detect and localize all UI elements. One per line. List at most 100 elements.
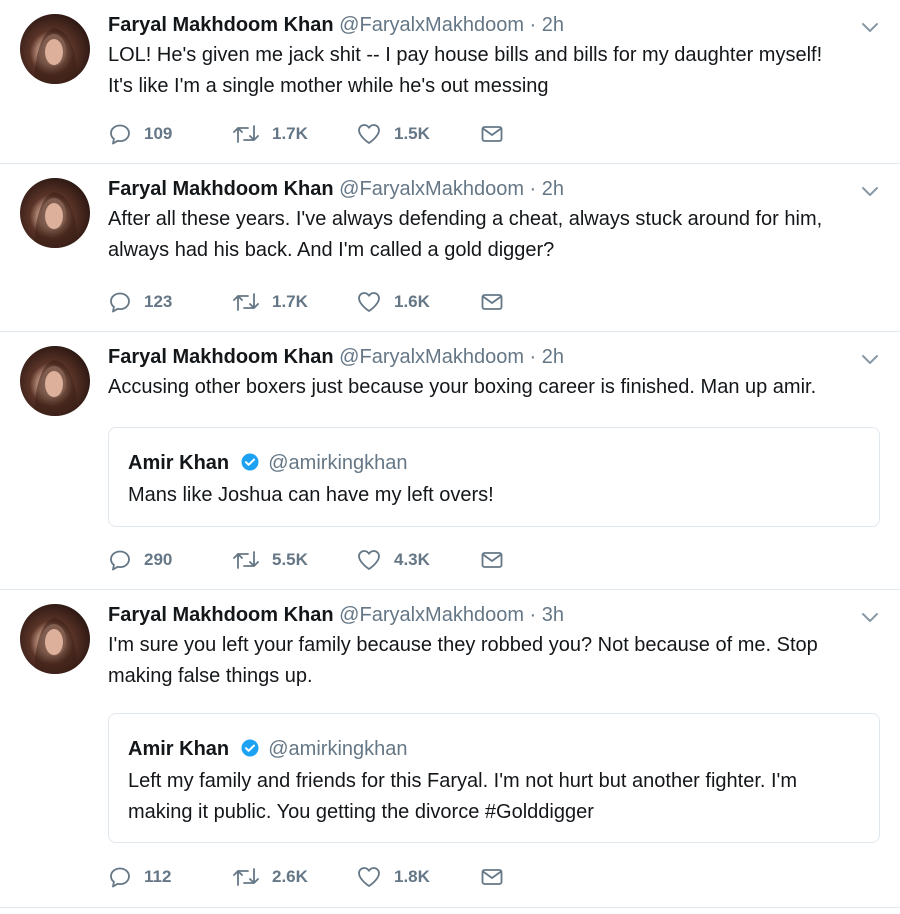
verified-badge-icon <box>241 453 259 471</box>
retweet-button[interactable]: 1.7K <box>232 119 308 149</box>
tweet-text: Accusing other boxers just because your … <box>108 372 888 403</box>
tweet-header: Faryal Makhdoom Khan @FaryalxMakhdoom · … <box>108 176 564 202</box>
retweet-button[interactable]: 5.5K <box>232 545 308 575</box>
tweet-text-line: LOL! He's given me jack shit -- I pay ho… <box>108 44 823 66</box>
retweet-count: 2.6K <box>272 867 308 886</box>
author-handle[interactable]: @FaryalxMakhdoom <box>339 178 524 200</box>
quoted-tweet[interactable]: Amir Khan @amirkingkhan Left my family a… <box>108 713 880 843</box>
avatar[interactable] <box>20 178 90 248</box>
like-count: 1.8K <box>394 867 430 886</box>
tweet-text-line: always had his back. And I'm called a go… <box>108 239 555 261</box>
heart-icon <box>358 124 380 144</box>
quoted-text-line: Left my family and friends for this Fary… <box>128 770 798 792</box>
separator-dot: · <box>529 14 537 36</box>
timestamp[interactable]: 2h <box>542 346 564 368</box>
reply-button[interactable]: 123 <box>108 287 172 317</box>
reply-icon <box>110 867 130 888</box>
reply-button[interactable]: 112 <box>108 862 171 892</box>
retweet-icon <box>233 125 259 143</box>
quoted-author-handle[interactable]: @amirkingkhan <box>268 452 407 474</box>
chevron-down-icon[interactable] <box>858 179 882 203</box>
timestamp[interactable]: 2h <box>542 14 564 36</box>
reply-count: 109 <box>144 124 173 143</box>
direct-message-button[interactable] <box>480 119 504 149</box>
tweet-text: I'm sure you left your family because th… <box>108 630 888 692</box>
envelope-icon <box>481 126 503 142</box>
retweet-count: 1.7K <box>272 292 308 311</box>
tweet-feed: Faryal Makhdoom Khan @FaryalxMakhdoom · … <box>0 0 900 914</box>
retweet-icon <box>233 868 259 886</box>
timestamp[interactable]: 3h <box>542 604 564 626</box>
envelope-icon <box>481 869 503 885</box>
quoted-author-handle[interactable]: @amirkingkhan <box>268 738 407 760</box>
chevron-down-icon[interactable] <box>858 605 882 629</box>
retweet-count: 1.7K <box>272 124 308 143</box>
envelope-icon <box>481 294 503 310</box>
reply-count: 112 <box>144 867 172 886</box>
chevron-down-icon[interactable] <box>858 15 882 39</box>
quoted-tweet-header: Amir Khan @amirkingkhan <box>128 736 408 762</box>
like-count: 1.5K <box>394 124 430 143</box>
retweet-button[interactable]: 2.6K <box>232 862 308 892</box>
separator-dot: · <box>529 346 537 368</box>
avatar[interactable] <box>20 346 90 416</box>
retweet-icon <box>233 551 259 569</box>
author-name[interactable]: Faryal Makhdoom Khan <box>108 604 334 626</box>
like-count: 4.3K <box>394 550 430 569</box>
tweet-header: Faryal Makhdoom Khan @FaryalxMakhdoom · … <box>108 344 564 370</box>
reply-icon <box>110 550 130 571</box>
heart-icon <box>358 292 380 312</box>
quoted-author-name[interactable]: Amir Khan <box>128 738 229 760</box>
author-handle[interactable]: @FaryalxMakhdoom <box>339 346 524 368</box>
chevron-down-icon[interactable] <box>858 347 882 371</box>
author-handle[interactable]: @FaryalxMakhdoom <box>339 604 524 626</box>
separator-dot: · <box>529 604 537 626</box>
like-button[interactable]: 1.5K <box>356 119 430 149</box>
like-button[interactable]: 1.8K <box>356 862 430 892</box>
tweet-text: After all these years. I've always defen… <box>108 204 888 266</box>
quoted-author-name[interactable]: Amir Khan <box>128 452 229 474</box>
retweet-count: 5.5K <box>272 550 308 569</box>
quoted-text-line: Mans like Joshua can have my left overs! <box>128 484 494 506</box>
quoted-tweet-text: Left my family and friends for this Fary… <box>128 766 863 828</box>
quoted-tweet-text: Mans like Joshua can have my left overs! <box>128 480 863 511</box>
direct-message-button[interactable] <box>480 545 504 575</box>
quoted-tweet-header: Amir Khan @amirkingkhan <box>128 450 408 476</box>
tweet[interactable]: Faryal Makhdoom Khan @FaryalxMakhdoom · … <box>0 164 900 332</box>
tweet-text: LOL! He's given me jack shit -- I pay ho… <box>108 40 888 102</box>
quoted-text-line: making it public. You getting the divorc… <box>128 801 594 823</box>
quoted-tweet[interactable]: Amir Khan @amirkingkhan Mans like Joshua… <box>108 427 880 527</box>
reply-icon <box>110 124 130 145</box>
tweet-header: Faryal Makhdoom Khan @FaryalxMakhdoom · … <box>108 602 564 628</box>
tweet-text-line: After all these years. I've always defen… <box>108 208 823 230</box>
reply-icon <box>110 292 130 313</box>
tweet[interactable]: Faryal Makhdoom Khan @FaryalxMakhdoom · … <box>0 332 900 590</box>
tweet[interactable]: Faryal Makhdoom Khan @FaryalxMakhdoom · … <box>0 0 900 164</box>
author-name[interactable]: Faryal Makhdoom Khan <box>108 346 334 368</box>
separator-dot: · <box>529 178 537 200</box>
reply-button[interactable]: 109 <box>108 119 172 149</box>
tweet-text-line: I'm sure you left your family because th… <box>108 634 818 656</box>
tweet-text-line: Accusing other boxers just because your … <box>108 376 817 398</box>
reply-button[interactable]: 290 <box>108 545 172 575</box>
like-count: 1.6K <box>394 292 430 311</box>
like-button[interactable]: 4.3K <box>356 545 430 575</box>
tweet[interactable]: Faryal Makhdoom Khan @FaryalxMakhdoom · … <box>0 590 900 908</box>
avatar[interactable] <box>20 14 90 84</box>
avatar[interactable] <box>20 604 90 674</box>
tweet-header: Faryal Makhdoom Khan @FaryalxMakhdoom · … <box>108 12 564 38</box>
verified-badge-icon <box>241 739 259 757</box>
reply-count: 290 <box>144 550 173 569</box>
heart-icon <box>358 867 380 887</box>
heart-icon <box>358 550 380 570</box>
timestamp[interactable]: 2h <box>542 178 564 200</box>
retweet-icon <box>233 293 259 311</box>
author-handle[interactable]: @FaryalxMakhdoom <box>339 14 524 36</box>
author-name[interactable]: Faryal Makhdoom Khan <box>108 178 334 200</box>
envelope-icon <box>481 552 503 568</box>
retweet-button[interactable]: 1.7K <box>232 287 308 317</box>
author-name[interactable]: Faryal Makhdoom Khan <box>108 14 334 36</box>
direct-message-button[interactable] <box>480 862 504 892</box>
direct-message-button[interactable] <box>480 287 504 317</box>
like-button[interactable]: 1.6K <box>356 287 430 317</box>
